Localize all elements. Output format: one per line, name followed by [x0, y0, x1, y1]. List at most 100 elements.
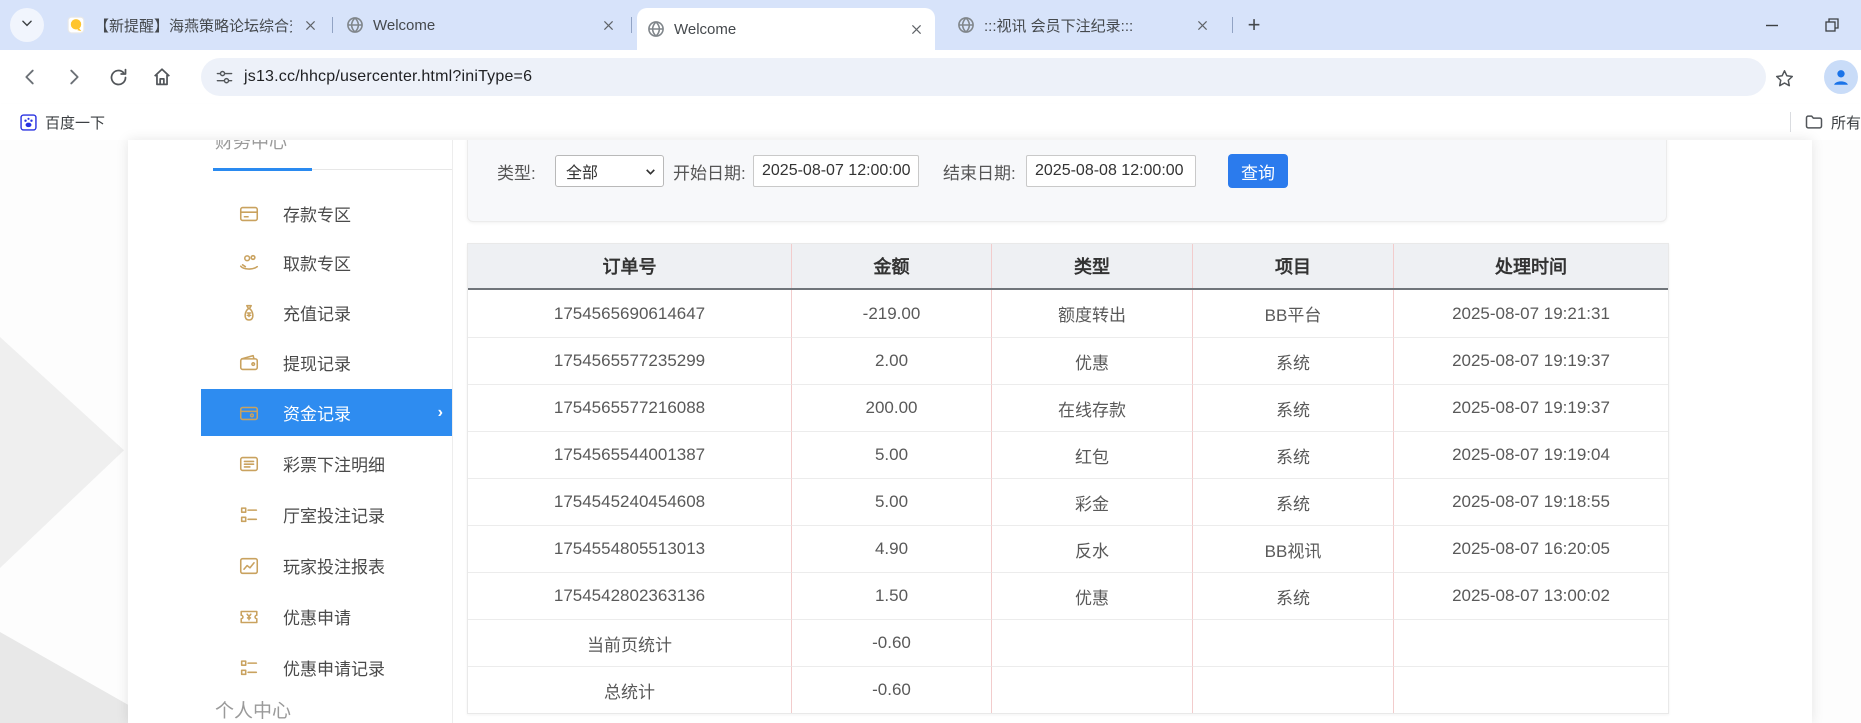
profile-avatar[interactable]: [1824, 60, 1858, 94]
table-cell: 额度转出: [991, 290, 1192, 337]
start-date-input[interactable]: [753, 155, 919, 187]
ticket-icon: [238, 606, 260, 628]
type-label: 类型:: [497, 163, 536, 183]
minimize-icon: [1766, 24, 1778, 27]
tab-0[interactable]: 【新提醒】海燕策略论坛综合交: [57, 0, 329, 50]
funds-wallet-icon: [238, 402, 260, 424]
tab-title: Welcome: [373, 16, 436, 34]
summary-row: 当前页统计 -0.60: [468, 619, 1668, 666]
column-header: 金额: [791, 244, 991, 288]
restore-icon: [1825, 18, 1839, 32]
table-row: 1754565690614647 -219.00 额度转出 BB平台 2025-08-0…: [468, 290, 1668, 337]
close-tab-button[interactable]: [1193, 16, 1211, 34]
sidebar-item-withdrawal-records[interactable]: 提现记录: [201, 339, 452, 386]
browser-window: { "browser": { "tabs": [ {"title": "【新提醒…: [0, 0, 1861, 723]
table-cell: BB平台: [1192, 290, 1393, 337]
sidebar-footer-section-title: 个人中心: [215, 701, 292, 722]
end-date-input[interactable]: [1026, 155, 1196, 187]
sidebar-section-title: 财务中心: [215, 140, 287, 152]
tab-search-chevron-icon: [20, 16, 34, 35]
sidebar-item-funds-records[interactable]: 资金记录 ›: [201, 389, 452, 436]
bank-card-icon: [238, 203, 260, 225]
close-tab-button[interactable]: [301, 16, 319, 34]
yellow-app-icon: [67, 16, 85, 34]
sidebar-item-lottery-bet-details[interactable]: 彩票下注明细: [201, 440, 452, 487]
hand-coin-icon: [238, 252, 260, 274]
reload-icon: [110, 68, 126, 85]
table-cell: 优惠: [991, 337, 1192, 384]
table-cell: 系统: [1192, 478, 1393, 525]
sidebar-item-recharge-records[interactable]: 充值记录: [201, 289, 452, 336]
bookmark-baidu[interactable]: 百度一下: [14, 109, 111, 135]
restore-button[interactable]: [1820, 13, 1844, 37]
new-tab-button[interactable]: +: [1240, 11, 1268, 39]
sidebar-item-label: 优惠申请: [283, 609, 351, 628]
home-button[interactable]: [150, 65, 174, 89]
bookmarks-bar: 百度一下 所有书签: [0, 104, 1861, 141]
tab-3[interactable]: :::视讯 会员下注纪录:::: [947, 0, 1221, 50]
sidebar-item-label: 厅室投注记录: [283, 507, 385, 526]
table-row: 1754554805513013 4.90 反水 BB视讯 2025-08-07 16:…: [468, 525, 1668, 572]
close-icon: [1197, 20, 1207, 30]
close-tab-button[interactable]: [599, 16, 617, 34]
sidebar-item-hall-bet-records[interactable]: 厅室投注记录: [201, 491, 452, 538]
url-text: js13.cc/hhcp/usercenter.html?iniType=6: [244, 68, 533, 85]
table-cell: 2025-08-07 16:20:05: [1393, 525, 1668, 572]
folder-icon: [1804, 112, 1824, 132]
table-cell: 系统: [1192, 337, 1393, 384]
table-cell: 2025-08-07 19:21:31: [1393, 290, 1668, 337]
close-icon: [603, 20, 613, 30]
list-icon: [238, 657, 260, 679]
table-row: 1754565544001387 5.00 红包 系统 2025-08-07 19:19…: [468, 431, 1668, 478]
decorative-triangle-left: [0, 337, 124, 568]
table-cell: 200.00: [791, 384, 991, 431]
table-cell: 2025-08-07 19:19:37: [1393, 337, 1668, 384]
sidebar-item-player-bet-report[interactable]: 玩家投注报表: [201, 542, 452, 589]
sidebar-item-promo-apply-records[interactable]: 优惠申请记录: [201, 644, 452, 691]
sidebar-item-promo-apply[interactable]: 优惠申请: [201, 593, 452, 640]
forward-button[interactable]: [62, 65, 86, 89]
sidebar-item-withdraw-zone[interactable]: 取款专区: [201, 239, 452, 286]
chevron-down-icon: [644, 165, 657, 178]
close-tab-button[interactable]: [907, 20, 925, 38]
tab-search-button[interactable]: [10, 8, 44, 42]
site-info-icon[interactable]: [215, 68, 234, 87]
table-cell: 2025-08-07 19:19:04: [1393, 431, 1668, 478]
table-cell: 2025-08-07 19:18:55: [1393, 478, 1668, 525]
sidebar-item-label: 彩票下注明细: [283, 456, 385, 475]
tab-1[interactable]: Welcome: [336, 0, 627, 50]
sidebar-item-deposit-zone[interactable]: 存款专区: [201, 190, 452, 237]
tab-active-welcome[interactable]: Welcome: [637, 8, 935, 50]
table-row: 1754545240454608 5.00 彩金 系统 2025-08-07 19:18…: [468, 478, 1668, 525]
table-row: 1754542802363136 1.50 优惠 系统 2025-08-07 13:00…: [468, 572, 1668, 619]
chart-icon: [238, 555, 260, 577]
table-cell: 系统: [1192, 572, 1393, 619]
table-cell: 系统: [1192, 431, 1393, 478]
wallet-out-icon: [238, 352, 260, 374]
all-bookmarks-button[interactable]: 所有书签: [1804, 109, 1861, 135]
table-cell: 2.00: [791, 337, 991, 384]
back-button[interactable]: [18, 65, 42, 89]
page-content: 财务中心 存款专区 取款专区 充值记录提现记录资金记录 › 彩票下注明细 厅室投注记录玩家…: [0, 140, 1861, 723]
bookmark-star-button[interactable]: [1772, 66, 1796, 90]
type-select[interactable]: 全部: [555, 155, 664, 187]
sidebar: 财务中心 存款专区 取款专区 充值记录提现记录资金记录 › 彩票下注明细 厅室投注记录玩家…: [201, 140, 453, 723]
sidebar-item-label: 提现记录: [283, 355, 351, 374]
tab-strip: 【新提醒】海燕策略论坛综合交 Welcome Welcome:::视讯 会员下注纪录…: [0, 0, 1861, 50]
table-cell: 1754565577216088: [468, 384, 791, 431]
column-header: 处理时间: [1393, 244, 1668, 288]
table-cell: 1754554805513013: [468, 525, 791, 572]
minimize-button[interactable]: [1760, 13, 1784, 37]
funds-table: 订单号 金额 类型 项目 处理时间 1754565690614647 -219.00 额度转出…: [467, 243, 1669, 714]
table-cell: 1754542802363136: [468, 572, 791, 619]
globe-icon: [957, 16, 975, 34]
tab-separator: [631, 17, 632, 33]
url-bar[interactable]: js13.cc/hhcp/usercenter.html?iniType=6: [201, 58, 1766, 96]
query-button[interactable]: 查询: [1228, 154, 1288, 188]
table-cell: 1.50: [791, 572, 991, 619]
sidebar-item-label: 优惠申请记录: [283, 660, 385, 679]
list-icon: [238, 504, 260, 526]
table-cell: [1192, 666, 1393, 713]
reload-button[interactable]: [106, 65, 130, 89]
column-header: 项目: [1192, 244, 1393, 288]
